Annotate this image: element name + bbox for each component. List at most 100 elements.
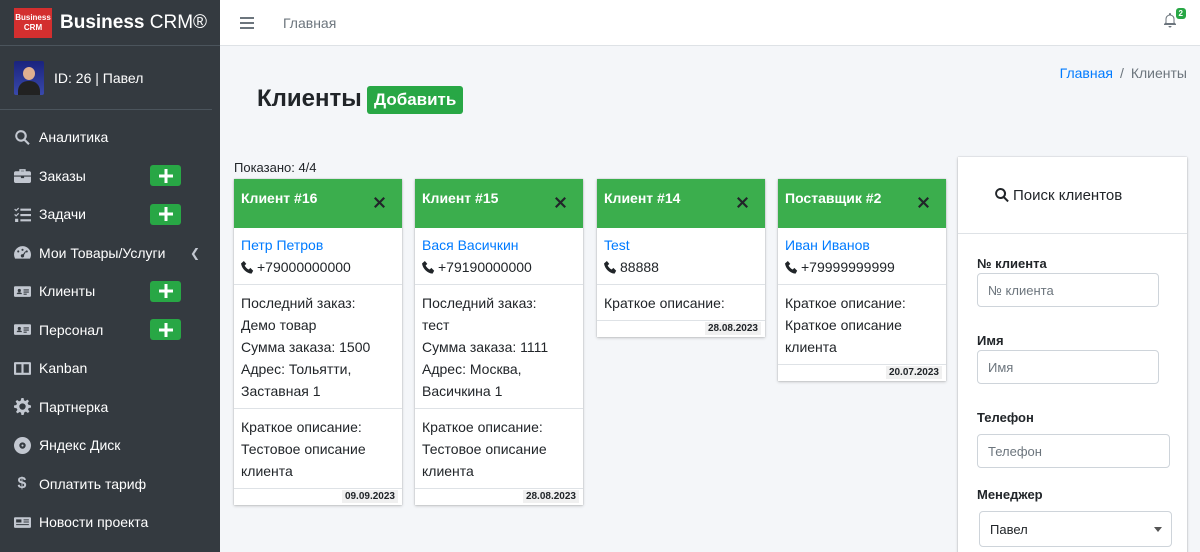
- page-title: Клиенты: [257, 85, 362, 112]
- order-line: Сумма заказа: 1111: [422, 339, 549, 355]
- id-card-icon: [12, 322, 32, 338]
- card-description: Краткое описание: Тестовое описание клие…: [415, 409, 583, 489]
- user-panel[interactable]: ID: 26 | Павел: [0, 46, 212, 110]
- card-header: Клиент #16: [234, 179, 402, 228]
- client-name-link[interactable]: Петр Петров: [241, 234, 395, 256]
- logo-line2: CRM: [23, 22, 43, 32]
- desc-line: Тестовое описание: [422, 441, 547, 457]
- brand-name-rest: CRM®: [144, 11, 208, 33]
- close-icon[interactable]: [374, 195, 385, 208]
- client-phone: +79000000000: [257, 259, 351, 275]
- desc-line: Тестовое описание: [241, 441, 366, 457]
- sidebar-item-news[interactable]: Новости проекта: [0, 503, 220, 542]
- search-icon: [995, 188, 1009, 203]
- add-client-main-button[interactable]: Добавить: [367, 86, 464, 114]
- card-last-order: Последний заказ: Демо товар Сумма заказа…: [234, 285, 402, 409]
- add-client-button[interactable]: [150, 280, 181, 302]
- sidebar-item-tasks[interactable]: Задачи: [0, 195, 220, 234]
- client-number-input[interactable]: № клиента: [977, 273, 1159, 307]
- client-search-panel: Поиск клиентов № клиента № клиента Имя И…: [958, 157, 1187, 552]
- breadcrumb-current: Клиенты: [1130, 65, 1187, 81]
- close-icon[interactable]: [555, 195, 566, 208]
- top-home-link[interactable]: Главная: [283, 15, 336, 31]
- columns-icon: [12, 360, 32, 376]
- order-line: Последний заказ:: [422, 295, 537, 311]
- client-name-link[interactable]: Вася Васичкин: [422, 234, 576, 256]
- card-description: Краткое описание:: [597, 285, 765, 321]
- sidebar-item-partner[interactable]: Партнерка: [0, 388, 220, 427]
- topbar: Главная 2: [220, 0, 1200, 46]
- id-card-icon: [12, 283, 32, 299]
- brand[interactable]: Business CRM Business CRM®: [0, 0, 220, 46]
- user-name: ID: 26 | Павел: [54, 69, 144, 86]
- breadcrumb-separator: /: [1119, 65, 1124, 81]
- order-line: Адрес: Тольятти,: [241, 361, 352, 377]
- tasks-icon: [12, 206, 32, 222]
- name-input[interactable]: Имя: [977, 350, 1159, 384]
- client-card[interactable]: Клиент #14 Test 88888 Краткое описание: …: [597, 179, 765, 337]
- client-card[interactable]: Клиент #15 Вася Васичкин +79190000000 По…: [415, 179, 583, 505]
- sidebar-item-clients[interactable]: Клиенты: [0, 272, 220, 311]
- client-phone: +79190000000: [438, 259, 532, 275]
- chevron-left-icon: ❮: [189, 245, 200, 260]
- order-line: тест: [422, 317, 450, 333]
- breadcrumb-home[interactable]: Главная: [1060, 65, 1113, 81]
- caret-down-icon: [1154, 527, 1162, 532]
- client-name-link[interactable]: Иван Иванов: [785, 234, 939, 256]
- close-icon[interactable]: [737, 195, 748, 208]
- menu-toggle-icon[interactable]: [240, 16, 254, 29]
- client-card[interactable]: Поставщик #2 Иван Иванов +79999999999 Кр…: [778, 179, 946, 381]
- card-last-order: Последний заказ: тест Сумма заказа: 1111…: [415, 285, 583, 409]
- add-staff-button[interactable]: [150, 319, 181, 341]
- add-order-button[interactable]: [150, 165, 181, 187]
- sidebar-item-kanban[interactable]: Kanban: [0, 349, 220, 388]
- sidebar-item-label: Аналитика: [39, 129, 109, 146]
- sidebar-item-products[interactable]: Мои Товары/Услуги ❮: [0, 234, 220, 273]
- sidebar-item-analytics[interactable]: Аналитика: [0, 118, 220, 157]
- briefcase-icon: [12, 168, 32, 184]
- order-line: Демо товар: [241, 317, 317, 333]
- gear-icon: [12, 398, 32, 416]
- card-date: 20.07.2023: [885, 366, 942, 379]
- plus-icon: [158, 322, 173, 337]
- card-date: 28.08.2023: [704, 322, 761, 335]
- desc-line: Краткое описание:: [241, 419, 362, 435]
- close-icon[interactable]: [918, 195, 929, 208]
- plus-icon: [158, 284, 173, 299]
- desc-line: Краткое описание:: [785, 295, 906, 311]
- logo-line1: Business: [15, 12, 51, 22]
- card-title: Клиент #14: [604, 190, 681, 206]
- sidebar-item-yandex-disk[interactable]: Яндекс Диск: [0, 426, 220, 465]
- desc-line: Краткое описание:: [604, 295, 725, 311]
- dollar-icon: $: [17, 474, 27, 492]
- order-line: Сумма заказа: 1500: [241, 339, 371, 355]
- phone-icon: [604, 260, 617, 274]
- sidebar-item-staff[interactable]: Персонал: [0, 311, 220, 350]
- phone-input[interactable]: Телефон: [977, 434, 1170, 468]
- desc-line: клиента: [785, 339, 837, 355]
- add-task-button[interactable]: [150, 203, 181, 225]
- dashboard-icon: [12, 245, 32, 261]
- card-footer: 28.08.2023: [597, 321, 765, 337]
- brand-logo: Business CRM: [14, 7, 52, 38]
- phone-label: Телефон: [977, 410, 1034, 425]
- card-description: Краткое описание: Тестовое описание клие…: [234, 409, 402, 489]
- client-phone: 88888: [620, 259, 659, 275]
- sidebar-item-orders[interactable]: Заказы: [0, 157, 220, 196]
- manager-select[interactable]: Павел: [979, 511, 1172, 547]
- card-contact: Вася Васичкин +79190000000: [415, 228, 583, 285]
- sidebar: Business CRM Business CRM® ID: 26 | Паве…: [0, 0, 220, 552]
- order-line: Адрес: Москва,: [422, 361, 522, 377]
- card-footer: 28.08.2023: [415, 489, 583, 505]
- notifications-button[interactable]: 2: [1162, 8, 1186, 30]
- desc-line: Краткое описание:: [422, 419, 543, 435]
- card-header: Клиент #14: [597, 179, 765, 228]
- brand-name-bold: Business: [60, 11, 145, 33]
- card-title: Клиент #16: [241, 190, 318, 206]
- sidebar-item-pay[interactable]: $ Оплатить тариф: [0, 465, 220, 504]
- client-phone: +79999999999: [801, 259, 895, 275]
- client-name-link[interactable]: Test: [604, 234, 758, 256]
- client-card[interactable]: Клиент #16 Петр Петров +79000000000 Посл…: [234, 179, 402, 505]
- desc-line: Краткое описание: [785, 317, 902, 333]
- phone-icon: [785, 260, 798, 274]
